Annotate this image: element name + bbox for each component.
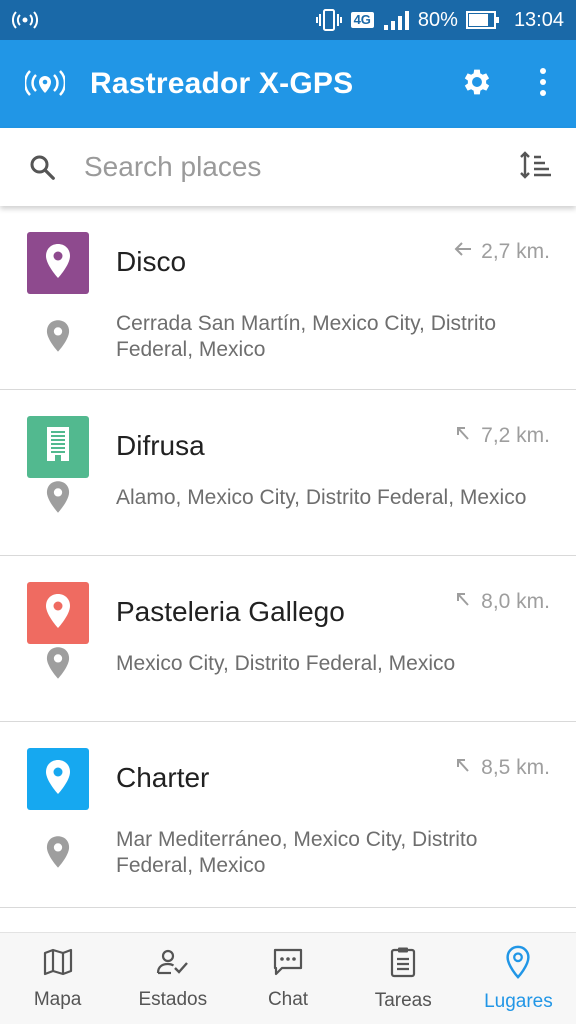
signal-strength-icon xyxy=(382,9,410,31)
chat-bubble-icon xyxy=(272,947,304,983)
nav-label: Lugares xyxy=(484,990,553,1012)
arrow-up-left-icon xyxy=(453,424,473,448)
location-pin-icon xyxy=(45,759,71,800)
gps-tracker-logo-icon xyxy=(0,40,90,128)
person-check-icon xyxy=(156,947,190,983)
sort-button[interactable] xyxy=(496,150,576,185)
address-pin-icon xyxy=(44,646,72,682)
place-address: Cerrada San Martín, Mexico City, Distrit… xyxy=(116,312,497,361)
nav-estados[interactable]: Estados xyxy=(115,933,230,1024)
network-type-badge: 4G xyxy=(350,12,374,28)
place-name: Charter xyxy=(116,762,210,793)
list-item[interactable]: Charter 8,5 km. Mar Mediterráneo, Mexico… xyxy=(0,722,576,908)
nav-chat[interactable]: Chat xyxy=(230,933,345,1024)
arrow-left-icon xyxy=(453,240,473,264)
place-badge xyxy=(27,748,89,810)
list-item[interactable]: Pasteleria Gallego 8,0 km. Mexico City, … xyxy=(0,556,576,722)
nav-mapa[interactable]: Mapa xyxy=(0,933,115,1024)
distance-label: 8,5 km. xyxy=(481,756,550,779)
office-building-icon xyxy=(44,425,72,470)
place-address: Mar Mediterráneo, Mexico City, Distrito … xyxy=(116,828,478,877)
nav-label: Chat xyxy=(267,988,309,1010)
map-icon xyxy=(42,947,74,983)
location-pin-icon xyxy=(45,593,71,634)
distance-label: 7,2 km. xyxy=(481,424,550,447)
sort-icon xyxy=(519,150,553,185)
search-bar xyxy=(0,128,576,206)
address-pin-icon xyxy=(44,480,72,516)
overflow-menu-button[interactable] xyxy=(510,40,576,128)
place-name: Difrusa xyxy=(116,430,205,461)
battery-percent: 80% xyxy=(417,8,458,31)
arrow-up-left-icon xyxy=(453,590,473,614)
vibrate-icon xyxy=(315,8,343,32)
places-list: Disco 2,7 km. Cerrada San Martín, Mexico… xyxy=(0,206,576,908)
address-pin-icon xyxy=(44,835,72,871)
distance-label: 2,7 km. xyxy=(481,240,550,263)
place-name: Disco xyxy=(116,246,187,277)
arrow-up-left-icon xyxy=(453,756,473,780)
location-pin-icon xyxy=(45,243,71,284)
place-distance: 8,5 km. xyxy=(453,756,550,780)
bottom-navigation: Mapa Estados Chat Tareas Lugares xyxy=(0,932,576,1024)
clock: 13:04 xyxy=(513,8,564,31)
place-name: Pasteleria Gallego xyxy=(116,596,345,627)
status-bar: 4G 80% 13:04 xyxy=(0,0,576,40)
distance-label: 8,0 km. xyxy=(481,590,550,613)
place-badge xyxy=(27,416,89,478)
place-badge xyxy=(27,582,89,644)
app-bar: Rastreador X-GPS xyxy=(0,40,576,128)
place-distance: 8,0 km. xyxy=(453,590,550,614)
address-pin-icon xyxy=(44,319,72,355)
place-address: Mexico City, Distrito Federal, Mexico xyxy=(116,652,456,675)
search-input[interactable] xyxy=(84,151,496,183)
settings-button[interactable] xyxy=(444,40,510,128)
nav-tareas[interactable]: Tareas xyxy=(346,933,461,1024)
nav-label: Mapa xyxy=(33,988,82,1010)
more-vertical-icon xyxy=(538,67,548,102)
broadcast-icon xyxy=(12,10,38,30)
search-icon xyxy=(0,152,84,182)
app-title: Rastreador X-GPS xyxy=(90,67,354,100)
location-pin-icon xyxy=(504,945,532,985)
nav-label: Tareas xyxy=(374,989,432,1011)
place-badge xyxy=(27,232,89,294)
battery-icon xyxy=(465,11,499,29)
settings-gear-icon xyxy=(460,65,494,104)
list-item[interactable]: Difrusa 7,2 km. Alamo, Mexico City, Dist… xyxy=(0,390,576,556)
clipboard-list-icon xyxy=(389,946,417,984)
place-distance: 7,2 km. xyxy=(453,424,550,448)
nav-lugares[interactable]: Lugares xyxy=(461,933,576,1024)
place-address: Alamo, Mexico City, Distrito Federal, Me… xyxy=(116,486,527,509)
nav-label: Estados xyxy=(138,988,208,1010)
place-distance: 2,7 km. xyxy=(453,240,550,264)
list-item[interactable]: Disco 2,7 km. Cerrada San Martín, Mexico… xyxy=(0,206,576,390)
